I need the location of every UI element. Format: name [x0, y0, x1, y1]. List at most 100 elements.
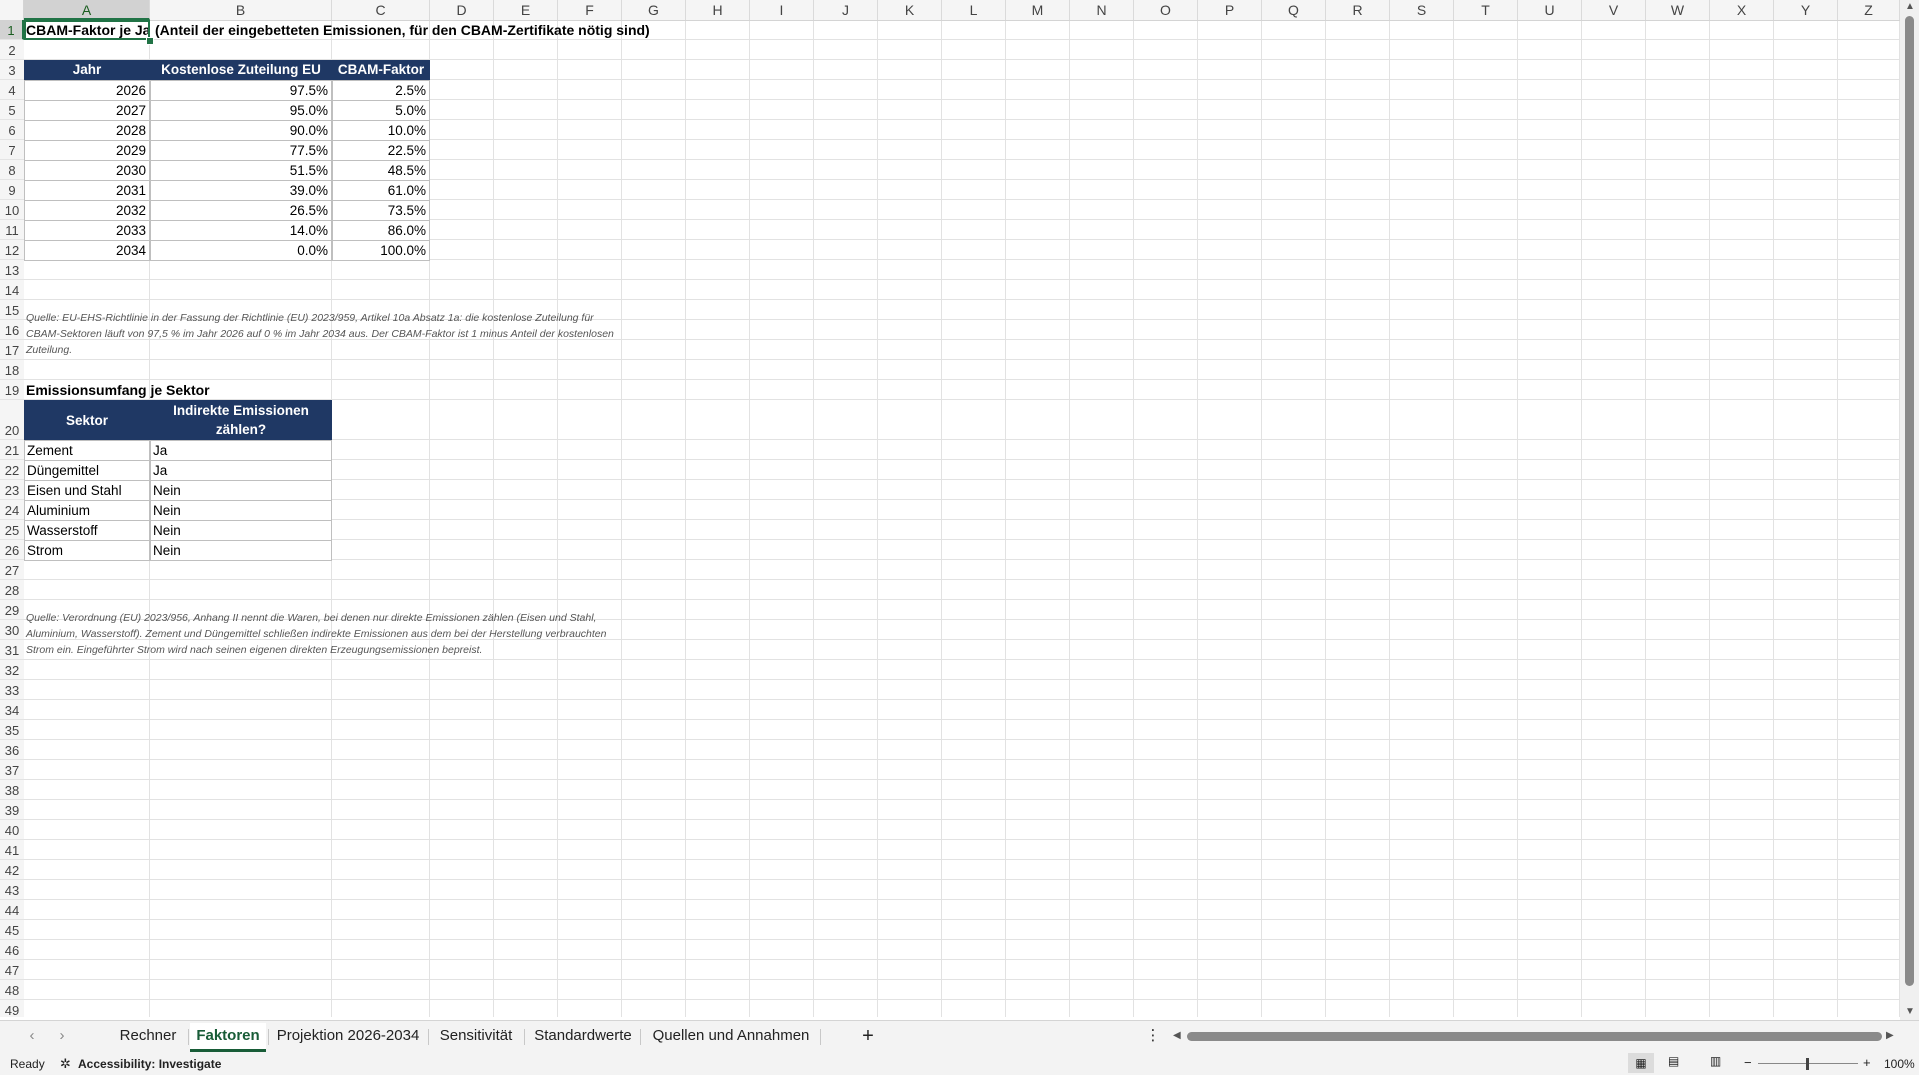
- sector-table-cell[interactable]: Eisen und Stahl: [24, 480, 150, 501]
- factor-table-cell[interactable]: 0.0%: [150, 240, 332, 261]
- row-header-11[interactable]: 11: [0, 220, 24, 240]
- row-header-23[interactable]: 23: [0, 480, 24, 500]
- tab-next-icon[interactable]: ›: [52, 1023, 72, 1049]
- column-header-t[interactable]: T: [1454, 0, 1518, 20]
- select-all-corner[interactable]: [0, 0, 24, 20]
- column-header-m[interactable]: M: [1006, 0, 1070, 20]
- tab-quellen-und-annahmen[interactable]: Quellen und Annahmen: [644, 1023, 818, 1049]
- page-layout-icon[interactable]: ▤: [1668, 1054, 1679, 1068]
- row-header-6[interactable]: 6: [0, 120, 24, 140]
- sector-table-cell[interactable]: Ja: [150, 460, 332, 481]
- column-header-o[interactable]: O: [1134, 0, 1198, 20]
- column-header-c[interactable]: C: [332, 0, 430, 20]
- row-header-32[interactable]: 32: [0, 660, 24, 680]
- column-header-r[interactable]: R: [1326, 0, 1390, 20]
- row-header-18[interactable]: 18: [0, 360, 24, 380]
- row-header-31[interactable]: 31: [0, 640, 24, 660]
- column-header-z[interactable]: Z: [1838, 0, 1900, 20]
- factor-table-cell[interactable]: 51.5%: [150, 160, 332, 181]
- factor-table-cell[interactable]: 2.5%: [332, 80, 430, 101]
- factor-table-cell[interactable]: 90.0%: [150, 120, 332, 141]
- row-header-45[interactable]: 45: [0, 920, 24, 940]
- row-header-30[interactable]: 30: [0, 620, 24, 640]
- row-header-4[interactable]: 4: [0, 80, 24, 100]
- sector-table-cell[interactable]: Nein: [150, 500, 332, 521]
- sector-table-cell[interactable]: Nein: [150, 520, 332, 541]
- scroll-up-icon[interactable]: ▲: [1905, 1, 1915, 12]
- active-cell-selection[interactable]: [24, 20, 150, 40]
- factor-table-cell[interactable]: 48.5%: [332, 160, 430, 181]
- factor-table-cell[interactable]: 77.5%: [150, 140, 332, 161]
- factor-table-cell[interactable]: 2032: [24, 200, 150, 221]
- factor-table-cell[interactable]: 61.0%: [332, 180, 430, 201]
- row-header-8[interactable]: 8: [0, 160, 24, 180]
- factor-table-cell[interactable]: 39.0%: [150, 180, 332, 201]
- column-header-w[interactable]: W: [1646, 0, 1710, 20]
- row-header-22[interactable]: 22: [0, 460, 24, 480]
- accessibility-status[interactable]: Accessibility: Investigate: [78, 1057, 221, 1071]
- spreadsheet-grid[interactable]: ABCDEFGHIJKLMNOPQRSTUVWXYZ CBAM-Faktor j…: [0, 0, 1900, 1017]
- sector-table-cell[interactable]: Nein: [150, 540, 332, 561]
- column-header-v[interactable]: V: [1582, 0, 1646, 20]
- row-header-7[interactable]: 7: [0, 140, 24, 160]
- zoom-in-button[interactable]: +: [1863, 1055, 1871, 1070]
- sector-table-cell[interactable]: Zement: [24, 440, 150, 461]
- row-header-43[interactable]: 43: [0, 880, 24, 900]
- row-header-41[interactable]: 41: [0, 840, 24, 860]
- column-header-n[interactable]: N: [1070, 0, 1134, 20]
- column-header-p[interactable]: P: [1198, 0, 1262, 20]
- row-header-19[interactable]: 19: [0, 380, 24, 400]
- factor-table-cell[interactable]: 100.0%: [332, 240, 430, 261]
- add-sheet-button[interactable]: +: [856, 1023, 880, 1049]
- sector-table-cell[interactable]: Wasserstoff: [24, 520, 150, 541]
- more-options-icon[interactable]: ⋮: [1145, 1023, 1161, 1049]
- factor-table-cell[interactable]: 95.0%: [150, 100, 332, 121]
- row-header-25[interactable]: 25: [0, 520, 24, 540]
- sector-table-cell[interactable]: Düngemittel: [24, 460, 150, 481]
- scroll-down-icon[interactable]: ▼: [1905, 1006, 1915, 1017]
- row-header-38[interactable]: 38: [0, 780, 24, 800]
- factor-table-cell[interactable]: 73.5%: [332, 200, 430, 221]
- row-header-5[interactable]: 5: [0, 100, 24, 120]
- column-header-h[interactable]: H: [686, 0, 750, 20]
- factor-table-cell[interactable]: 2027: [24, 100, 150, 121]
- column-header-x[interactable]: X: [1710, 0, 1774, 20]
- row-header-9[interactable]: 9: [0, 180, 24, 200]
- factor-table-cell[interactable]: 86.0%: [332, 220, 430, 241]
- vertical-scrollbar[interactable]: ▲ ▼: [1900, 0, 1919, 1020]
- column-header-g[interactable]: G: [622, 0, 686, 20]
- zoom-level[interactable]: 100%: [1884, 1057, 1915, 1071]
- column-header-i[interactable]: I: [750, 0, 814, 20]
- column-header-j[interactable]: J: [814, 0, 878, 20]
- factor-table-cell[interactable]: 14.0%: [150, 220, 332, 241]
- row-header-20[interactable]: 20: [0, 400, 24, 440]
- row-header-15[interactable]: 15: [0, 300, 24, 320]
- fill-handle[interactable]: [146, 37, 154, 45]
- column-header-e[interactable]: E: [494, 0, 558, 20]
- row-header-3[interactable]: 3: [0, 60, 24, 80]
- row-header-21[interactable]: 21: [0, 440, 24, 460]
- factor-table-cell[interactable]: 2026: [24, 80, 150, 101]
- factor-table-cell[interactable]: 2029: [24, 140, 150, 161]
- row-header-42[interactable]: 42: [0, 860, 24, 880]
- horizontal-scroll-thumb[interactable]: [1187, 1032, 1882, 1041]
- factor-table-cell[interactable]: 2028: [24, 120, 150, 141]
- column-header-q[interactable]: Q: [1262, 0, 1326, 20]
- zoom-slider-thumb[interactable]: [1806, 1058, 1809, 1070]
- row-header-10[interactable]: 10: [0, 200, 24, 220]
- row-header-12[interactable]: 12: [0, 240, 24, 260]
- row-header-40[interactable]: 40: [0, 820, 24, 840]
- row-header-48[interactable]: 48: [0, 980, 24, 1000]
- sector-table-cell[interactable]: Aluminium: [24, 500, 150, 521]
- row-header-13[interactable]: 13: [0, 260, 24, 280]
- factor-table-cell[interactable]: 2031: [24, 180, 150, 201]
- row-header-47[interactable]: 47: [0, 960, 24, 980]
- row-header-26[interactable]: 26: [0, 540, 24, 560]
- tab-rechner[interactable]: Rechner: [110, 1023, 186, 1049]
- factor-table-cell[interactable]: 5.0%: [332, 100, 430, 121]
- row-header-28[interactable]: 28: [0, 580, 24, 600]
- row-header-36[interactable]: 36: [0, 740, 24, 760]
- scroll-left-icon[interactable]: ◀: [1173, 1030, 1181, 1041]
- column-header-u[interactable]: U: [1518, 0, 1582, 20]
- tab-standardwerte[interactable]: Standardwerte: [528, 1023, 638, 1049]
